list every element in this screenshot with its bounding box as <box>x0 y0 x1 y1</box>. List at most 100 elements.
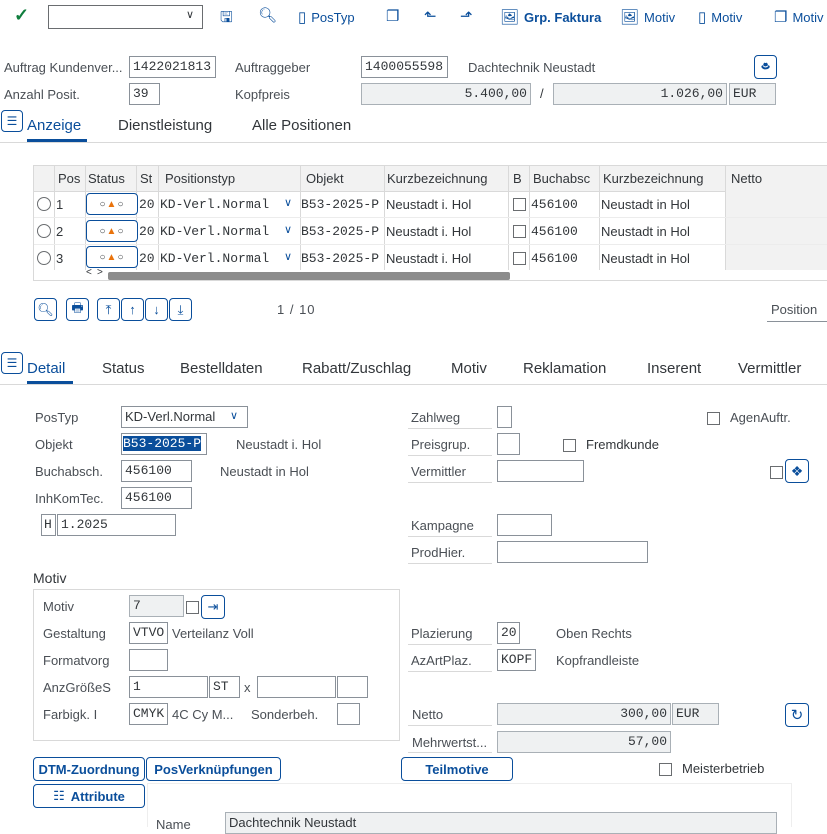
row-select-radio[interactable] <box>37 197 51 211</box>
auftrag-field[interactable]: 1422021813 <box>129 56 216 78</box>
tab-reklamation[interactable]: Reklamation <box>523 360 606 377</box>
zahlweg-field[interactable] <box>497 406 512 428</box>
col-kurzbezeichnung-2[interactable]: Kurzbezeichnung <box>603 171 703 186</box>
period-field[interactable]: 1.2025 <box>57 514 176 536</box>
chevron-down-icon[interactable]: ∨ <box>284 196 292 209</box>
tab-anzeige[interactable]: Anzeige <box>27 117 81 134</box>
preisgrup-field[interactable] <box>497 433 520 455</box>
col-pos[interactable]: Pos <box>58 171 80 186</box>
first-page-button[interactable]: ⤒ <box>97 298 120 321</box>
tab-inserent[interactable]: Inserent <box>647 360 701 377</box>
col-b[interactable]: B <box>513 171 522 186</box>
azartplaz-field[interactable]: KOPF <box>497 649 536 671</box>
col-buchabsc[interactable]: Buchabsc <box>533 171 590 186</box>
find-icon[interactable]: 🔍︎ <box>258 6 277 24</box>
table-row[interactable]: 3 ○▲○ 20 KD-Verl.Normal ∨ B53-2025-P Neu… <box>34 245 827 270</box>
save-icon[interactable]: 🖫 <box>220 7 233 32</box>
tab-vermittler[interactable]: Vermittler <box>738 360 801 377</box>
inhkomtec-field[interactable]: 456100 <box>121 487 192 509</box>
attribute-button[interactable]: ☷ Attribute <box>33 784 145 808</box>
postyp-button[interactable]: ▯ PosTyp <box>298 8 355 26</box>
export-icon[interactable]: ⬏ <box>460 7 473 25</box>
zoom-button[interactable]: 🔍︎ <box>34 298 57 321</box>
chevron-down-icon[interactable]: ∨ <box>186 8 194 21</box>
tab-bestelldaten[interactable]: Bestelldaten <box>180 360 263 377</box>
motiv-checkbox[interactable] <box>186 601 199 614</box>
chevron-down-icon[interactable]: ∨ <box>230 409 238 422</box>
sonderbeh-field[interactable] <box>337 703 360 725</box>
row-select-radio[interactable] <box>37 251 51 265</box>
tab-rabatt-zuschlag[interactable]: Rabatt/Zuschlag <box>302 360 411 377</box>
prev-page-button[interactable]: ↑ <box>121 298 144 321</box>
status-button[interactable]: ○▲○ <box>86 220 138 242</box>
agenauftr-checkbox[interactable] <box>707 412 720 425</box>
col-positionstyp[interactable]: Positionstyp <box>165 171 235 186</box>
cell-positionstyp[interactable]: KD-Verl.Normal <box>160 224 269 239</box>
buchabsch-field[interactable]: 456100 <box>121 460 192 482</box>
prodhier-field[interactable] <box>497 541 648 563</box>
status-button[interactable]: ○▲○ <box>86 246 138 268</box>
tab-dienstleistung[interactable]: Dienstleistung <box>118 117 212 134</box>
row-checkbox[interactable] <box>513 198 526 211</box>
tab-alle-positionen[interactable]: Alle Positionen <box>252 117 351 134</box>
checkmark-icon[interactable]: ✓ <box>14 5 29 26</box>
grp-faktura-button[interactable]: 🖼︎ Grp. Faktura <box>500 8 601 26</box>
command-field[interactable] <box>48 5 203 29</box>
objekt-field[interactable]: B53-2025-P <box>121 433 207 455</box>
import-icon[interactable]: ⬑ <box>424 7 437 25</box>
vermittler-checkbox[interactable] <box>770 466 783 479</box>
col-kurzbezeichnung[interactable]: Kurzbezeichnung <box>387 171 487 186</box>
tab-detail[interactable]: Detail <box>27 360 65 377</box>
horizontal-scrollbar[interactable]: < > <box>86 267 827 280</box>
plazierung-field[interactable]: 20 <box>497 622 520 644</box>
copy-icon[interactable]: ❐ <box>386 7 399 25</box>
kampagne-field[interactable] <box>497 514 552 536</box>
row-checkbox[interactable] <box>513 225 526 238</box>
cell-positionstyp[interactable]: KD-Verl.Normal <box>160 197 269 212</box>
gestaltung-field[interactable]: VTVO <box>129 622 168 644</box>
status-button[interactable]: ○▲○ <box>86 193 138 215</box>
anzgroesse-field[interactable]: 1 <box>129 676 208 698</box>
vermittler-field[interactable] <box>497 460 584 482</box>
anzgroesse-width-unit-field[interactable] <box>337 676 368 698</box>
farbigk-field[interactable]: CMYK <box>129 703 168 725</box>
dtm-zuordnung-button[interactable]: DTM-Zuordnung <box>33 757 145 781</box>
period-prefix-field[interactable]: H <box>41 514 56 536</box>
scrollbar-thumb[interactable] <box>108 272 510 280</box>
hat-button[interactable]: 🎩︎ <box>754 55 777 79</box>
chevron-down-icon[interactable]: ∨ <box>284 223 292 236</box>
motiv-image-button[interactable]: 🖼︎ Motiv <box>620 8 675 26</box>
tab-motiv[interactable]: Motiv <box>451 360 487 377</box>
puzzle-button[interactable]: ❖ <box>785 459 809 483</box>
scroll-right-icon[interactable]: > <box>97 267 103 278</box>
motiv-document-button[interactable]: ▯ Motiv <box>698 8 742 26</box>
collapse-icon[interactable]: ☰ <box>1 352 23 374</box>
anzgroesse-width-field[interactable] <box>257 676 336 698</box>
col-status[interactable]: Status <box>88 171 125 186</box>
posverknuepfungen-button[interactable]: PosVerknüpfungen <box>146 757 281 781</box>
col-netto[interactable]: Netto <box>731 171 762 186</box>
auftraggeber-field[interactable]: 1400055598 <box>361 56 448 78</box>
row-checkbox[interactable] <box>513 252 526 265</box>
chevron-down-icon[interactable]: ∨ <box>284 250 292 263</box>
meisterbetrieb-checkbox[interactable] <box>659 763 672 776</box>
position-label[interactable]: Position <box>771 302 817 317</box>
table-row[interactable]: 2 ○▲○ 20 KD-Verl.Normal ∨ B53-2025-P Neu… <box>34 218 827 245</box>
anzgroesse-unit-field[interactable]: ST <box>209 676 240 698</box>
scroll-left-icon[interactable]: < <box>86 267 92 278</box>
collapse-icon[interactable]: ☰ <box>1 110 23 132</box>
col-objekt[interactable]: Objekt <box>306 171 344 186</box>
fremdkunde-checkbox[interactable] <box>563 439 576 452</box>
print-button[interactable]: 🖶︎ <box>66 298 89 321</box>
row-select-radio[interactable] <box>37 224 51 238</box>
motiv-navigate-button[interactable]: ⇥ <box>201 595 225 619</box>
formatvorg-field[interactable] <box>129 649 168 671</box>
next-page-button[interactable]: ↓ <box>145 298 168 321</box>
tab-status[interactable]: Status <box>102 360 145 377</box>
postyp-select[interactable]: KD-Verl.Normal <box>121 406 248 428</box>
refresh-button[interactable]: ↻ <box>785 703 809 727</box>
teilmotive-button[interactable]: Teilmotive <box>401 757 513 781</box>
motiv-copy-button[interactable]: ❐ Motiv <box>774 8 824 26</box>
col-st[interactable]: St <box>140 171 152 186</box>
table-row[interactable]: 1 ○▲○ 20 KD-Verl.Normal ∨ B53-2025-P Neu… <box>34 191 827 218</box>
